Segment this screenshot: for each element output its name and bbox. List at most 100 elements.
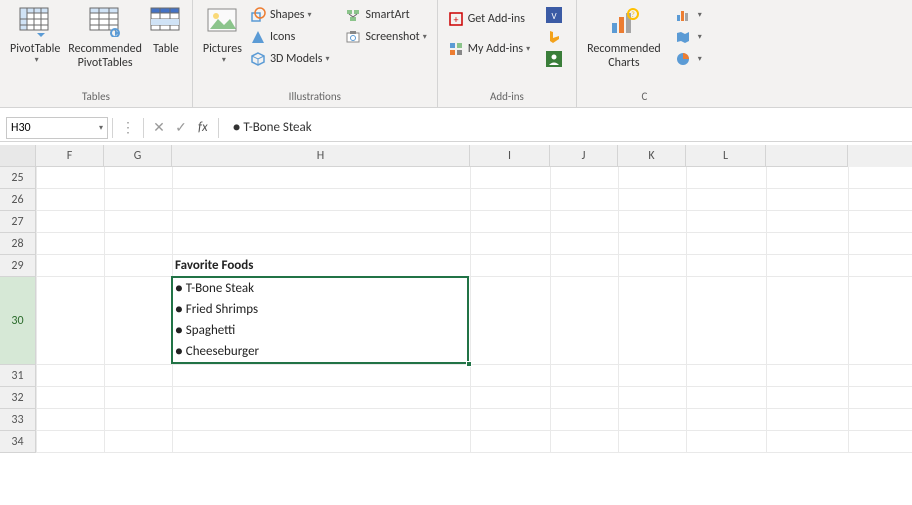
dropdown-arrow-icon: ▾ xyxy=(423,32,427,42)
cell-H30[interactable]: ● T-Bone Steak ● Fried Shrimps ● Spaghet… xyxy=(172,277,470,365)
recommended-charts-label: Recommended Charts xyxy=(587,42,661,71)
screenshot-label: Screenshot xyxy=(365,30,419,44)
pivot-table-label: PivotTable xyxy=(10,42,60,56)
column-headers: FGHIJKL xyxy=(0,145,912,167)
ribbon-group-tables: PivotTable ▾ Recommended PivotTables Tab… xyxy=(0,0,193,107)
dropdown-arrow-icon: ▾ xyxy=(308,10,312,20)
pictures-label: Pictures xyxy=(203,42,242,56)
dropdown-arrow-icon: ▾ xyxy=(698,32,702,42)
my-addins-icon xyxy=(448,41,464,57)
chart-type-1-button[interactable]: ▾ xyxy=(671,4,706,26)
cancel-formula-button[interactable]: ✕ xyxy=(148,117,170,139)
ribbon-group-charts: ? Recommended Charts ▾ ▾ ▾ C xyxy=(577,0,712,107)
name-box[interactable]: H30 ▾ xyxy=(6,117,108,139)
formula-input[interactable]: ● T-Bone Steak xyxy=(223,120,906,135)
separator xyxy=(112,118,113,138)
cells-area[interactable]: Favorite Foods● T-Bone Steak ● Fried Shr… xyxy=(36,167,912,453)
3d-models-button[interactable]: 3D Models ▾ xyxy=(246,48,334,70)
dropdown-arrow-icon: ▾ xyxy=(325,54,329,64)
ribbon-group-illustrations: Pictures ▾ Shapes ▾ Icons 3D Models ▾ xyxy=(193,0,438,107)
bar-chart-icon xyxy=(675,7,691,23)
shapes-icon xyxy=(250,7,266,23)
cell-H29[interactable]: Favorite Foods xyxy=(172,255,470,277)
ribbon: PivotTable ▾ Recommended PivotTables Tab… xyxy=(0,0,912,108)
pivot-table-icon xyxy=(19,6,51,38)
bing-addin-button[interactable] xyxy=(542,26,570,48)
map-chart-icon xyxy=(675,29,691,45)
row-headers: 25262728293031323334 xyxy=(0,167,36,453)
enter-formula-button[interactable]: ✓ xyxy=(170,117,192,139)
smartart-icon xyxy=(345,7,361,23)
shapes-button[interactable]: Shapes ▾ xyxy=(246,4,334,26)
name-box-dropdown-icon[interactable]: ▾ xyxy=(99,123,103,133)
shapes-label: Shapes xyxy=(270,8,305,22)
pivot-table-button[interactable]: PivotTable ▾ xyxy=(6,2,64,68)
separator xyxy=(143,118,144,138)
chart-type-2-button[interactable]: ▾ xyxy=(671,26,706,48)
visio-icon: V xyxy=(546,7,562,23)
row-head-34[interactable]: 34 xyxy=(0,431,36,453)
get-addins-icon: + xyxy=(448,11,464,27)
recommended-charts-button[interactable]: ? Recommended Charts xyxy=(583,2,665,73)
svg-text:?: ? xyxy=(631,10,635,20)
svg-text:V: V xyxy=(552,11,558,22)
row-head-33[interactable]: 33 xyxy=(0,409,36,431)
ribbon-group-addins: + Get Add-ins My Add-ins ▾ V Add-ins xyxy=(438,0,577,107)
dropdown-arrow-icon: ▾ xyxy=(222,56,226,66)
people-addin-button[interactable] xyxy=(542,48,570,70)
table-button[interactable]: Table xyxy=(146,2,186,58)
col-head-K[interactable]: K xyxy=(618,145,686,167)
recommended-pivot-icon xyxy=(89,6,121,38)
fb-placeholder: ⋮ xyxy=(117,117,139,139)
icons-icon xyxy=(250,29,266,45)
screenshot-button[interactable]: Screenshot ▾ xyxy=(341,26,430,48)
fill-handle[interactable] xyxy=(466,361,472,367)
col-head-I[interactable]: I xyxy=(470,145,550,167)
my-addins-button[interactable]: My Add-ins ▾ xyxy=(444,34,534,64)
icons-label: Icons xyxy=(270,30,295,44)
col-head-J[interactable]: J xyxy=(550,145,618,167)
get-addins-label: Get Add-ins xyxy=(468,12,525,26)
ribbon-group-label-charts: C xyxy=(641,87,647,107)
spreadsheet-grid: FGHIJKL 25262728293031323334 Favorite Fo… xyxy=(0,145,912,505)
dropdown-arrow-icon: ▾ xyxy=(526,44,530,54)
col-head-F[interactable]: F xyxy=(36,145,104,167)
row-head-31[interactable]: 31 xyxy=(0,365,36,387)
bing-icon xyxy=(546,29,562,45)
recommended-charts-icon: ? xyxy=(608,6,640,38)
col-head-H[interactable]: H xyxy=(172,145,470,167)
recommended-pivot-button[interactable]: Recommended PivotTables xyxy=(64,2,146,73)
table-label: Table xyxy=(153,42,179,56)
col-head-G[interactable]: G xyxy=(104,145,172,167)
row-head-28[interactable]: 28 xyxy=(0,233,36,255)
pictures-icon xyxy=(206,6,238,38)
smartart-button[interactable]: SmartArt xyxy=(341,4,430,26)
ribbon-group-label-tables: Tables xyxy=(82,87,110,107)
chart-type-3-button[interactable]: ▾ xyxy=(671,48,706,70)
row-head-25[interactable]: 25 xyxy=(0,167,36,189)
dropdown-arrow-icon: ▾ xyxy=(698,54,702,64)
3d-models-icon xyxy=(250,51,266,67)
row-head-32[interactable]: 32 xyxy=(0,387,36,409)
col-head-L[interactable]: L xyxy=(686,145,766,167)
pie-chart-icon xyxy=(675,51,691,67)
name-box-value: H30 xyxy=(11,121,31,135)
separator xyxy=(218,118,219,138)
row-head-29[interactable]: 29 xyxy=(0,255,36,277)
ribbon-group-label-addins: Add-ins xyxy=(490,87,524,107)
ribbon-group-label-illustrations: Illustrations xyxy=(289,87,341,107)
dropdown-arrow-icon: ▾ xyxy=(698,10,702,20)
col-head-x[interactable] xyxy=(766,145,848,167)
formula-bar: H30 ▾ ⋮ ✕ ✓ fx ● T-Bone Steak xyxy=(0,114,912,142)
visio-addin-button[interactable]: V xyxy=(542,4,570,26)
icons-button[interactable]: Icons xyxy=(246,26,334,48)
row-head-26[interactable]: 26 xyxy=(0,189,36,211)
get-addins-button[interactable]: + Get Add-ins xyxy=(444,4,534,34)
pictures-button[interactable]: Pictures ▾ xyxy=(199,2,246,68)
svg-text:+: + xyxy=(453,13,458,26)
people-icon xyxy=(546,51,562,67)
fx-icon[interactable]: fx xyxy=(198,120,208,135)
select-all-corner[interactable] xyxy=(0,145,36,167)
row-head-30[interactable]: 30 xyxy=(0,277,36,365)
row-head-27[interactable]: 27 xyxy=(0,211,36,233)
